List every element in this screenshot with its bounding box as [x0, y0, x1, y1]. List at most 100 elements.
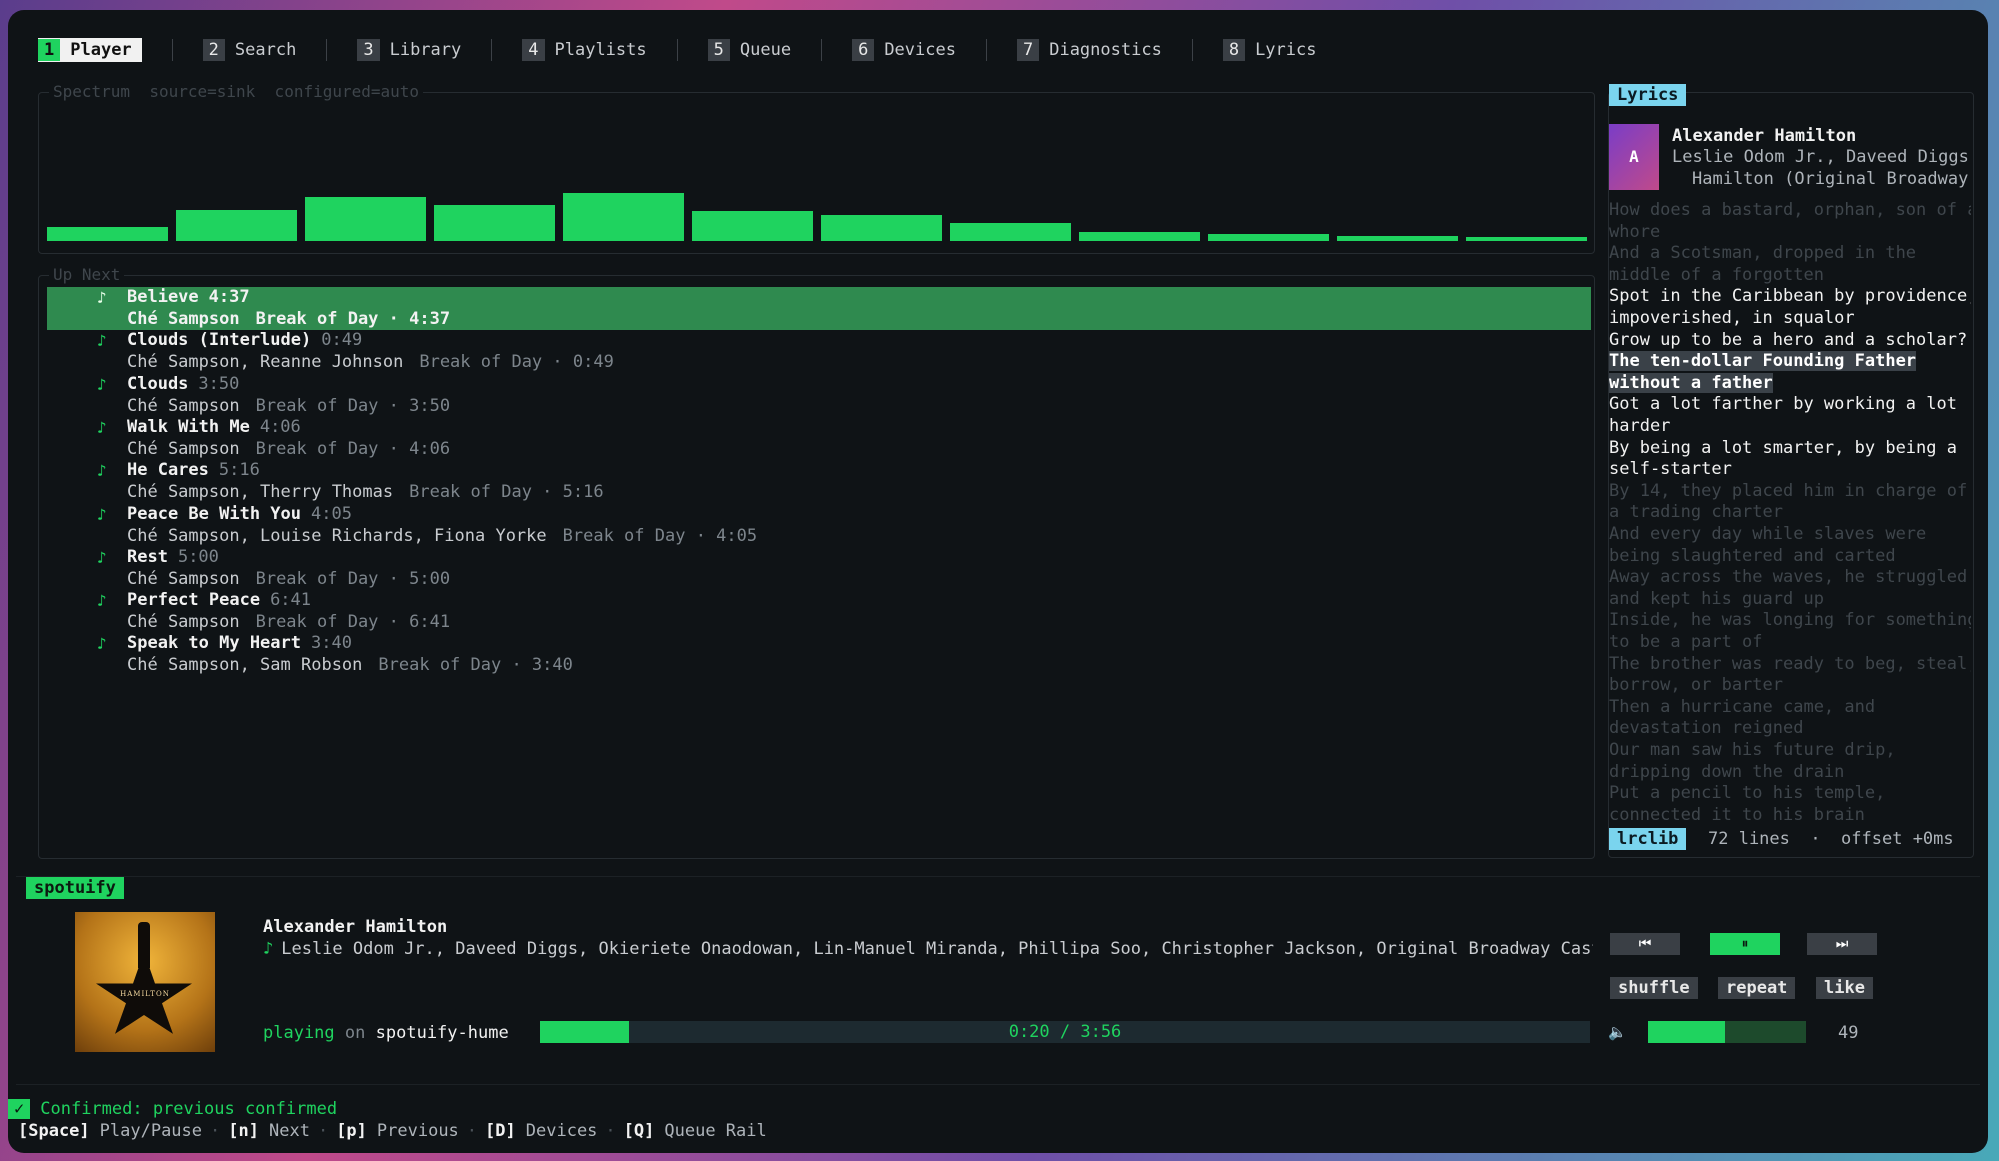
track-album: Break of Day · 4:06	[255, 438, 451, 459]
previous-button[interactable]: ⏮	[1610, 933, 1680, 955]
spectrum-bar	[692, 211, 813, 241]
key-label: [p]	[336, 1121, 367, 1141]
track-row[interactable]: ♪ Clouds 3:50 Ché Sampson Break of Day · 3:5…	[47, 374, 1591, 417]
tab-separator	[676, 39, 678, 61]
lyric-line: By being a lot smarter, by being a	[1609, 438, 1971, 459]
track-row[interactable]: ♪ Rest 5:00 Ché Sampson Break of Day · 5:00	[47, 547, 1591, 590]
now-playing-artists-text: Leslie Odom Jr., Daveed Diggs, Okieriete…	[281, 939, 1593, 959]
track-artist: Ché Sampson, Louise Richards, Fiona York…	[127, 525, 547, 546]
track-line-2: Ché Sampson, Therry Thomas Break of Day ·…	[127, 482, 604, 503]
lyric-text: Inside, he was longing for something	[1609, 610, 1971, 631]
album-art-figure	[138, 922, 150, 968]
track-title: Speak to My Heart	[127, 633, 301, 654]
spectrum-bar	[47, 227, 168, 241]
lyric-line: connected it to his brain	[1609, 805, 1971, 826]
track-line-1: Clouds 3:50	[127, 374, 239, 395]
tab-library[interactable]: 3 Library	[357, 38, 461, 62]
lyric-text: Grow up to be a hero and a scholar?	[1609, 329, 1968, 350]
tab-search[interactable]: 2 Search	[202, 38, 296, 62]
music-note-icon: ♪	[97, 374, 107, 394]
track-title: Clouds	[127, 373, 189, 394]
tab-player[interactable]: 1 Player	[38, 38, 142, 62]
tab-separator	[1191, 39, 1193, 61]
now-playing-artists: ♪ Leslie Odom Jr., Daveed Diggs, Okieriet…	[263, 939, 1593, 959]
next-button[interactable]: ⏭	[1807, 933, 1877, 955]
track-duration: 6:41	[270, 590, 312, 611]
track-row[interactable]: ♪ Walk With Me 4:06 Ché Sampson Break of Day…	[47, 417, 1591, 460]
track-album: Break of Day · 5:00	[255, 568, 451, 589]
track-row[interactable]: ♪ Perfect Peace 6:41 Ché Sampson Break of Da…	[47, 590, 1591, 633]
lyric-line: harder	[1609, 416, 1971, 437]
volume-icon[interactable]: 🔈	[1608, 1023, 1627, 1041]
track-title: Walk With Me	[127, 416, 250, 437]
lyric-line: The ten-dollar Founding Father	[1609, 351, 1971, 372]
track-line-2: Ché Sampson Break of Day · 5:00	[127, 569, 450, 590]
tab-lyrics[interactable]: 8 Lyrics	[1222, 38, 1316, 62]
track-line-2: Ché Sampson Break of Day · 6:41	[127, 612, 450, 633]
shuffle-toggle[interactable]: shuffle	[1610, 977, 1698, 999]
music-note-icon: ♪	[97, 417, 107, 437]
track-duration: 4:06	[259, 416, 301, 437]
tab-queue[interactable]: 5 Queue	[707, 38, 791, 62]
lyric-text: impoverished, in squalor	[1609, 308, 1855, 328]
like-button[interactable]: like	[1816, 977, 1873, 999]
lyric-line: Then a hurricane came, and	[1609, 697, 1971, 718]
lyric-text: How does a bastard, orphan, son of a	[1609, 200, 1971, 220]
track-title: Rest	[127, 546, 168, 567]
tab-devices[interactable]: 6 Devices	[852, 38, 956, 62]
track-duration: 3:40	[311, 633, 352, 654]
track-duration: 0:49	[321, 330, 363, 351]
footer-divider	[16, 1084, 1980, 1085]
lyric-line: whore	[1609, 222, 1971, 243]
lyric-line: Got a lot farther by working a lot	[1609, 394, 1971, 415]
lyric-line: And a Scotsman, dropped in the	[1609, 243, 1971, 264]
spectrum-title: Spectrum source=sink configured=auto	[49, 82, 424, 101]
tab-playlists[interactable]: 4 Playlists	[522, 38, 647, 62]
tab-diagnostics[interactable]: 7 Diagnostics	[1016, 38, 1162, 62]
lyric-line: And every day while slaves were	[1609, 524, 1971, 545]
tab-label: Devices	[884, 40, 956, 60]
track-line-1: Perfect Peace 6:41	[127, 590, 311, 611]
track-row[interactable]: ♪ Clouds (Interlude) 0:49 Ché Sampson, Rean…	[47, 330, 1591, 373]
key-action: Play/Pause	[99, 1121, 203, 1141]
pause-icon: ⏸	[1741, 936, 1749, 952]
music-note-icon: ♪	[97, 504, 107, 524]
lyric-text: to be a part of	[1609, 632, 1763, 652]
lyrics-header: Lyrics	[1609, 84, 1687, 106]
track-line-1: Speak to My Heart 3:40	[127, 633, 352, 654]
volume-slider[interactable]	[1648, 1021, 1806, 1043]
music-note-icon: ♪	[97, 547, 107, 567]
key-label: [n]	[228, 1121, 259, 1141]
lyric-text: harder	[1609, 416, 1671, 436]
track-row[interactable]: ♪ Peace Be With You 4:05 Ché Sampson, Louis…	[47, 504, 1591, 547]
tab-number: 3	[357, 39, 380, 61]
lyric-text: Put a pencil to his temple,	[1609, 783, 1886, 804]
track-line-1: Walk With Me 4:06	[127, 417, 301, 438]
music-note-icon: ♪	[97, 331, 107, 351]
spectrum-bar	[563, 193, 684, 241]
lyric-text: And a Scotsman, dropped in the	[1609, 243, 1917, 264]
track-artist: Ché Sampson	[127, 309, 240, 329]
track-row[interactable]: ♪ He Cares 5:16 Ché Sampson, Therry Thomas B…	[47, 460, 1591, 503]
progress-bar[interactable]: 0:20 / 3:56	[540, 1021, 1590, 1043]
spectrum-bar	[1337, 236, 1458, 241]
tab-separator	[171, 39, 173, 61]
spectrum-bar	[950, 223, 1071, 241]
track-duration: 3:50	[198, 373, 240, 394]
tab-separator	[985, 39, 987, 61]
track-line-1: Clouds (Interlude) 0:49	[127, 330, 362, 351]
track-album: Break of Day · 4:05	[562, 525, 758, 546]
lyric-text: The brother was ready to beg, steal,	[1609, 653, 1971, 674]
lyric-line: By 14, they placed him in charge of	[1609, 481, 1971, 502]
key-label: [D]	[485, 1121, 516, 1141]
track-row[interactable]: ♪ Speak to My Heart 3:40 Ché Sampson, Sam R…	[47, 633, 1591, 676]
key-label: [Q]	[623, 1121, 655, 1141]
track-duration: 4:05	[311, 503, 352, 524]
track-row[interactable]: ♪ Believe 4:37 Ché Sampson Break of Day · 4:…	[47, 287, 1591, 330]
track-artist: Ché Sampson, Sam Robson	[127, 655, 363, 676]
play-pause-button[interactable]: ⏸	[1710, 933, 1780, 955]
tab-separator	[491, 39, 493, 61]
lyrics-track-title: Alexander Hamilton	[1672, 126, 1857, 146]
tab-label: Library	[389, 40, 462, 60]
repeat-toggle[interactable]: repeat	[1718, 977, 1796, 999]
